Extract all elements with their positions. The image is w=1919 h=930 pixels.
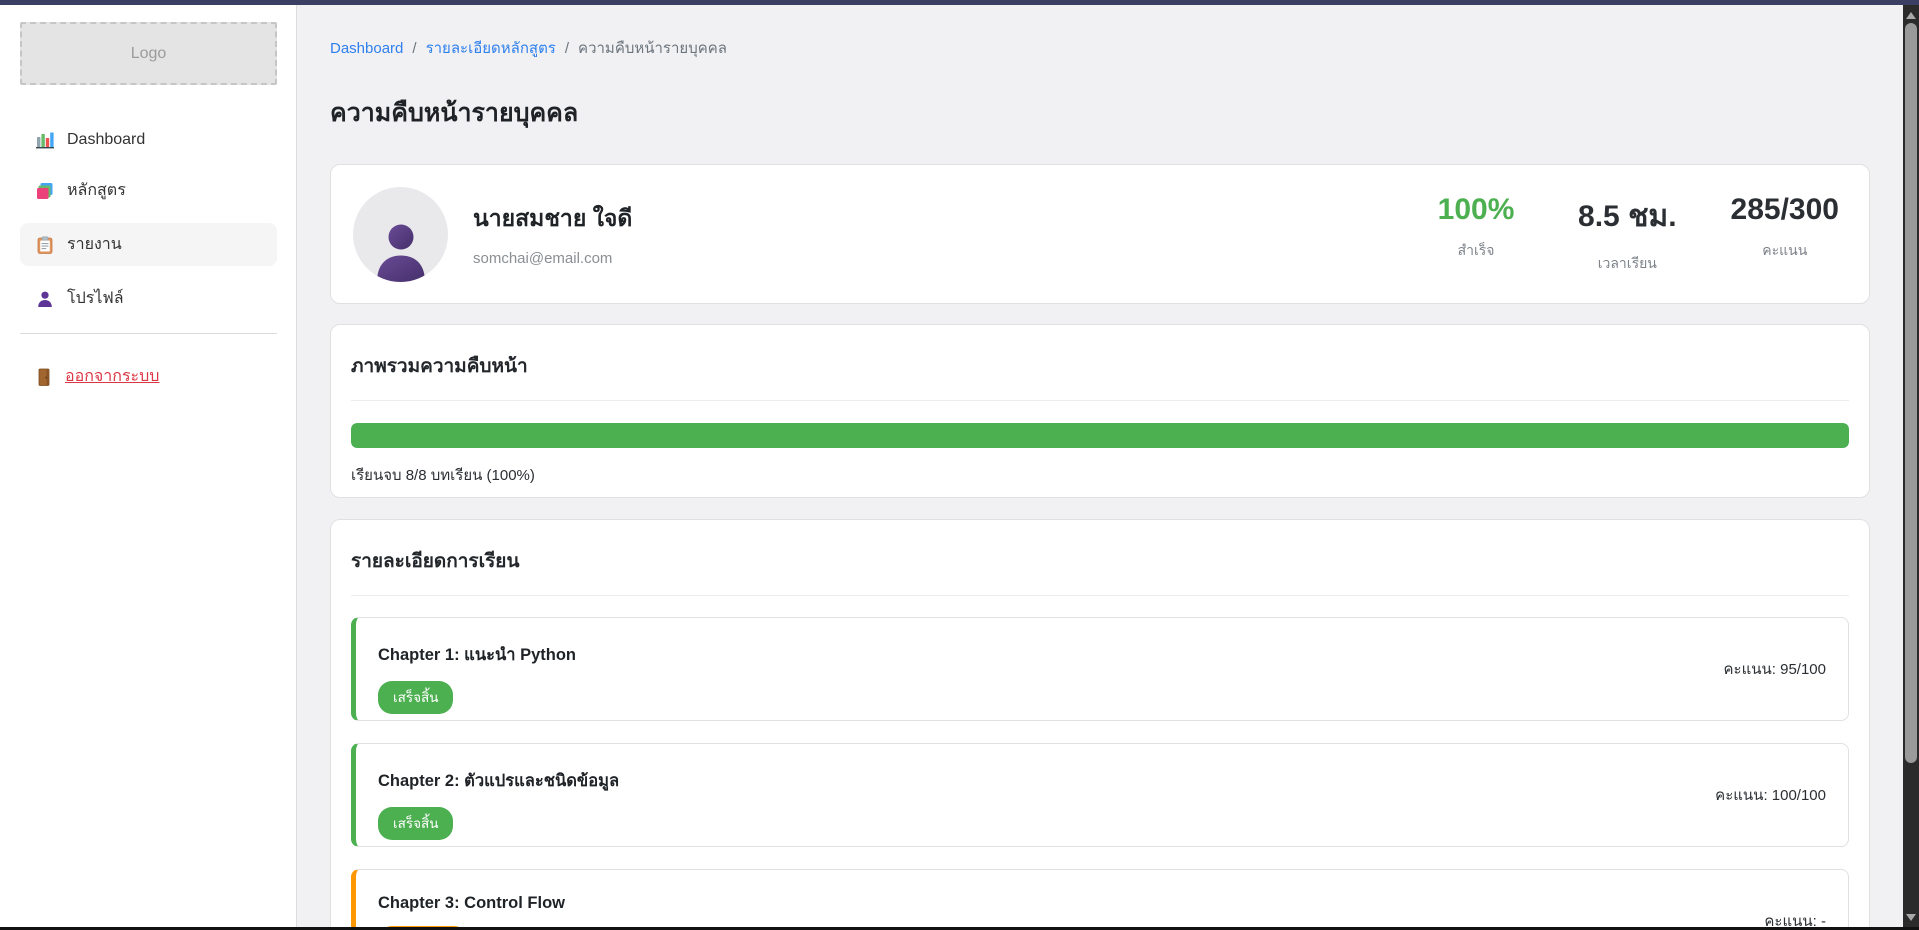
stat-completion: 100% สำเร็จ xyxy=(1428,193,1524,275)
stat-label: สำเร็จ xyxy=(1428,240,1524,262)
learning-details-title: รายละเอียดการเรียน xyxy=(351,546,1849,576)
door-icon xyxy=(36,368,54,386)
progress-overview-title: ภาพรวมความคืบหน้า xyxy=(351,351,1849,381)
avatar-person-icon xyxy=(370,220,432,282)
breadcrumb-separator: / xyxy=(412,40,416,57)
breadcrumb-current: ความคืบหน้ารายบุคคล xyxy=(578,40,727,57)
sidebar-item-label: หลักสูตร xyxy=(67,178,126,203)
card-divider xyxy=(351,400,1849,401)
learning-details-card: รายละเอียดการเรียน Chapter 1: แนะนำ Pyth… xyxy=(330,519,1870,927)
card-divider xyxy=(351,595,1849,596)
stat-score: 285/300 คะแนน xyxy=(1731,193,1839,275)
scroll-up-icon[interactable] xyxy=(1903,7,1919,23)
sidebar-item-dashboard[interactable]: Dashboard xyxy=(20,122,277,158)
breadcrumb-link-course-detail[interactable]: รายละเอียดหลักสูตร xyxy=(426,40,556,57)
progress-bar-track xyxy=(351,423,1849,448)
chapter-title: Chapter 3: Control Flow xyxy=(378,894,1826,913)
sidebar-item-label: Dashboard xyxy=(67,131,145,149)
sidebar-divider xyxy=(20,333,277,334)
chapter-list: Chapter 1: แนะนำ Python เสร็จสิ้น คะแนน:… xyxy=(351,617,1849,927)
logout-label: ออกจากระบบ xyxy=(65,364,159,389)
stat-label: คะแนน xyxy=(1731,240,1839,262)
clipboard-icon xyxy=(36,236,54,254)
breadcrumb-link-dashboard[interactable]: Dashboard xyxy=(330,40,403,57)
books-icon xyxy=(36,182,54,200)
logo-label: Logo xyxy=(131,45,167,63)
logout-link[interactable]: ออกจากระบบ xyxy=(20,364,277,389)
status-badge: เสร็จสิ้น xyxy=(378,807,453,840)
breadcrumb: Dashboard / รายละเอียดหลักสูตร / ความคืบหน้า… xyxy=(330,36,1870,60)
chapter-title: Chapter 1: แนะนำ Python xyxy=(378,642,1826,668)
student-summary-card: นายสมชาย ใจดี somchai@email.com 100% สำเ… xyxy=(330,164,1870,304)
student-info: นายสมชาย ใจดี somchai@email.com xyxy=(473,201,632,267)
sidebar-item-reports[interactable]: รายงาน xyxy=(20,223,277,266)
chapter-score: คะแนน: 100/100 xyxy=(1715,783,1826,807)
stat-label: เวลาเรียน xyxy=(1578,253,1677,275)
chapter-title: Chapter 2: ตัวแปรและชนิดข้อมูล xyxy=(378,768,1826,794)
stat-value: 8.5 ชม. xyxy=(1578,193,1677,240)
chapter-score: คะแนน: - xyxy=(1764,909,1826,927)
stat-value: 100% xyxy=(1428,193,1524,227)
sidebar: Logo Dashboard xyxy=(0,5,297,927)
avatar xyxy=(353,187,448,282)
scrollbar[interactable] xyxy=(1903,5,1919,927)
bar-chart-icon xyxy=(36,131,54,149)
student-name: นายสมชาย ใจดี xyxy=(473,201,632,237)
student-stats: 100% สำเร็จ 8.5 ชม. เวลาเรียน 285/300 คะ… xyxy=(1428,193,1839,275)
chapter-item: Chapter 3: Control Flow กำลังเรียน คะแนน… xyxy=(351,869,1849,927)
sidebar-item-profile[interactable]: โปรไฟล์ xyxy=(20,277,277,320)
stat-study-time: 8.5 ชม. เวลาเรียน xyxy=(1578,193,1677,275)
sidebar-item-label: โปรไฟล์ xyxy=(67,286,124,311)
progress-bar-fill xyxy=(351,423,1849,448)
window-top-accent-bar xyxy=(0,0,1919,5)
person-icon xyxy=(36,290,54,308)
main-content: Dashboard / รายละเอียดหลักสูตร / ความคืบหน้า… xyxy=(298,5,1903,927)
sidebar-item-courses[interactable]: หลักสูตร xyxy=(20,169,277,212)
sidebar-menu: Dashboard หลักสูตร xyxy=(20,122,277,320)
chapter-item: Chapter 1: แนะนำ Python เสร็จสิ้น คะแนน:… xyxy=(351,617,1849,721)
page-title: ความคืบหน้ารายบุคคล xyxy=(330,93,1870,133)
scroll-down-icon[interactable] xyxy=(1903,909,1919,925)
sidebar-item-label: รายงาน xyxy=(67,232,122,257)
chapter-item: Chapter 2: ตัวแปรและชนิดข้อมูล เสร็จสิ้น… xyxy=(351,743,1849,847)
student-email: somchai@email.com xyxy=(473,250,632,267)
logo-placeholder: Logo xyxy=(20,22,277,85)
progress-overview-card: ภาพรวมความคืบหน้า เรียนจบ 8/8 บทเรียน (1… xyxy=(330,324,1870,498)
status-badge: เสร็จสิ้น xyxy=(378,681,453,714)
stat-value: 285/300 xyxy=(1731,193,1839,227)
breadcrumb-separator: / xyxy=(565,40,569,57)
progress-caption: เรียนจบ 8/8 บทเรียน (100%) xyxy=(351,463,1849,487)
chapter-score: คะแนน: 95/100 xyxy=(1724,657,1826,681)
scrollbar-thumb[interactable] xyxy=(1905,23,1917,763)
